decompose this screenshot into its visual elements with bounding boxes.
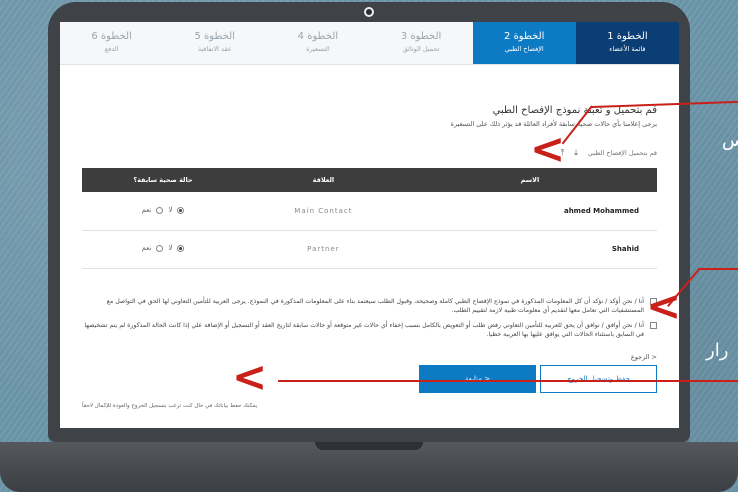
- radio-yes-label: نعم: [141, 206, 152, 214]
- col-relation: العلاقة: [243, 168, 403, 192]
- declaration-text: أنا / نحن أؤكد / نؤكد أن كل المعلومات ال…: [106, 297, 644, 314]
- member-relation: Main Contact: [243, 192, 403, 231]
- declaration-item: أنا / نحن أوافق / نوافق أن يحق للعربية ل…: [82, 321, 657, 339]
- page-subtitle: يرجى إعلامنا بأي حالات صحية سابقة لأفراد…: [450, 120, 657, 128]
- radio-no-label: لا: [168, 206, 173, 214]
- save-logout-button[interactable]: حفظ وتسجيل الخروج: [540, 364, 657, 393]
- condition-cell: لا نعم: [82, 230, 244, 269]
- table-row: ahmed Mohammed Main Contact لا نعم: [82, 192, 657, 231]
- screen: الخطوة 1 قائمة الأعضاء الخطوة 2 الإفصاح …: [60, 22, 679, 428]
- continue-button[interactable]: متابعة >: [419, 364, 536, 393]
- radio-no[interactable]: [177, 244, 185, 252]
- back-link[interactable]: < الرجوع: [82, 353, 657, 361]
- step-subtitle: التسعيرة: [306, 45, 330, 53]
- declaration-item: أنا / نحن أؤكد / نؤكد أن كل المعلومات ال…: [82, 297, 657, 315]
- annotation-line: [700, 268, 738, 270]
- step-4[interactable]: الخطوة 4 التسعيرة: [266, 22, 369, 64]
- radio-yes[interactable]: [156, 244, 164, 252]
- step-title: الخطوة 4: [297, 31, 339, 42]
- step-title: الخطوة 3: [400, 31, 442, 42]
- radio-no[interactable]: [177, 206, 185, 214]
- action-buttons: متابعة > حفظ وتسجيل الخروج: [82, 364, 657, 393]
- step-title: الخطوة 1: [607, 31, 648, 42]
- declaration-text: أنا / نحن أوافق / نوافق أن يحق للعربية ل…: [84, 321, 644, 338]
- table-row: Shahid Partner لا نعم: [82, 230, 657, 269]
- upload-row: قم بتحميل الإفصاح الطبي ⤓ ⤒: [82, 148, 657, 158]
- members-table: الاسم العلاقة حالة صحية سابقة؟ ahmed Moh…: [82, 168, 657, 269]
- step-3[interactable]: الخطوة 3 تحميل الوثائق: [369, 22, 472, 64]
- condition-cell: لا نعم: [82, 192, 244, 231]
- condition-radio-group: لا نعم: [141, 206, 185, 214]
- annotation-chevron: <: [646, 281, 682, 330]
- step-subtitle: قائمة الأعضاء: [609, 45, 646, 53]
- edge-text-bottom: رار: [706, 340, 729, 361]
- laptop-notch: [315, 442, 423, 450]
- member-name: ahmed Mohammed: [402, 192, 657, 231]
- step-subtitle: الدفع: [104, 45, 119, 53]
- declarations: أنا / نحن أؤكد / نؤكد أن كل المعلومات ال…: [82, 297, 657, 339]
- radio-yes-label: نعم: [141, 244, 152, 253]
- step-subtitle: تحميل الوثائق: [402, 45, 440, 53]
- condition-radio-group: لا نعم: [141, 244, 185, 253]
- annotation-chevron: <: [232, 352, 268, 401]
- step-1[interactable]: الخطوة 1 قائمة الأعضاء: [575, 22, 679, 64]
- edge-text-top: س: [722, 130, 738, 151]
- col-condition: حالة صحية سابقة؟: [82, 168, 244, 192]
- step-5[interactable]: الخطوة 5 عقد الاتفاقية: [163, 22, 266, 64]
- footnote: يمكنك حفظ بياناتك في حال كنت ترغب بتسجيل…: [82, 402, 258, 409]
- table-header-row: الاسم العلاقة حالة صحية سابقة؟: [82, 168, 657, 192]
- member-relation: Partner: [243, 230, 403, 269]
- page-title: قم بتحميل و تعبئة نموذج الإفصاح الطبي: [492, 105, 657, 116]
- annotation-line: [278, 380, 738, 382]
- step-2[interactable]: الخطوة 2 الإفصاح الطبي: [472, 22, 576, 64]
- member-name: Shahid: [402, 230, 657, 269]
- camera-icon: [364, 7, 374, 17]
- progress-stepper: الخطوة 1 قائمة الأعضاء الخطوة 2 الإفصاح …: [60, 22, 679, 65]
- upload-label: قم بتحميل الإفصاح الطبي: [587, 149, 657, 157]
- step-title: الخطوة 6: [91, 31, 132, 42]
- step-6[interactable]: الخطوة 6 الدفع: [60, 22, 163, 64]
- step-subtitle: عقد الاتفاقية: [197, 45, 232, 53]
- step-title: الخطوة 5: [194, 31, 235, 42]
- step-subtitle: الإفصاح الطبي: [504, 45, 544, 53]
- radio-no-label: لا: [168, 244, 173, 253]
- main-content: قم بتحميل و تعبئة نموذج الإفصاح الطبي ير…: [60, 105, 679, 409]
- download-icon[interactable]: ⤓: [574, 148, 578, 158]
- annotation-chevron: <: [530, 124, 566, 173]
- radio-yes[interactable]: [156, 206, 164, 214]
- step-title: الخطوة 2: [504, 31, 545, 42]
